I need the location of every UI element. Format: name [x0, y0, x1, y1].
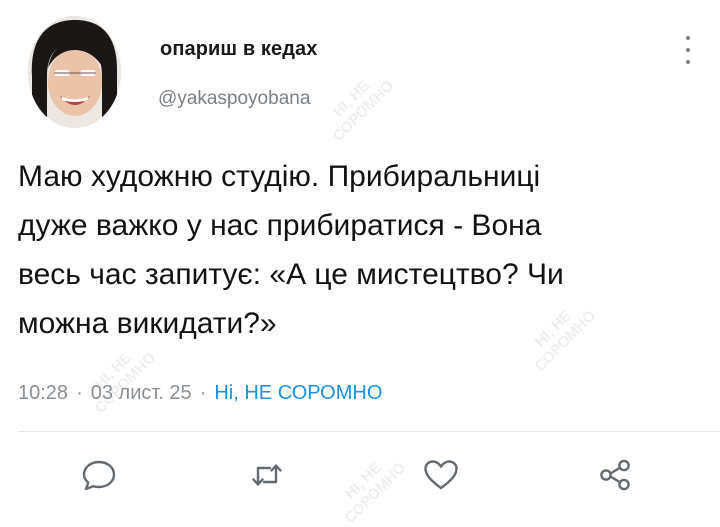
tweet-source-link[interactable]: Ні, НЕ СОРОМНО	[214, 382, 382, 404]
more-options-button[interactable]	[676, 34, 700, 66]
retweet-icon	[252, 464, 282, 486]
like-button[interactable]	[421, 455, 461, 495]
more-dot	[686, 48, 690, 52]
share-button[interactable]	[595, 455, 635, 495]
avatar-photo	[28, 16, 121, 128]
share-icon	[600, 459, 630, 491]
comment-icon	[82, 460, 116, 491]
heart-icon	[424, 460, 458, 490]
meta-separator: ·	[76, 382, 83, 404]
display-name[interactable]: опариш в кедах	[160, 38, 317, 61]
watermark: НІ, НЕ СОРОМНО	[341, 459, 410, 527]
divider	[18, 431, 720, 432]
reply-button[interactable]	[79, 455, 119, 495]
avatar[interactable]	[28, 16, 121, 128]
retweet-button[interactable]	[247, 455, 287, 495]
tweet-text: Маю художню студію. Прибиральниці дуже в…	[18, 160, 564, 340]
more-dot	[686, 36, 690, 40]
more-dot	[686, 60, 690, 64]
user-handle[interactable]: @yakaspoyobana	[158, 88, 310, 110]
tweet-time: 10:28	[18, 382, 69, 404]
tweet-date: 03 лист. 25	[90, 382, 192, 404]
meta-separator: ·	[199, 382, 207, 404]
tweet-meta: 10:28 · 03 лист. 25 · Ні, НЕ СОРОМНО	[18, 382, 382, 405]
watermark: НІ, НЕ СОРОМНО	[329, 77, 398, 145]
